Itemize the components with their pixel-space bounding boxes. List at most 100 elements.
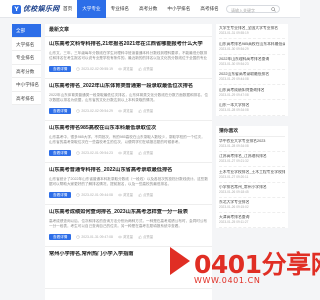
article-views-text: 浏览量	[122, 235, 134, 240]
article-likes-text: 点赞量	[143, 151, 154, 156]
list-item[interactable]: 天津高考排名查询 2023-01-25 09:11:27	[219, 213, 285, 229]
list-item[interactable]: 大学生专业排名_全国大学专业排名 2023-01-31 09:55:19	[219, 24, 285, 40]
sidebar-item-university[interactable]: 大学排名	[12, 38, 41, 51]
article-date: 2023-02-02 09:54:29	[76, 108, 113, 113]
nav-item-university[interactable]: 大学专业	[77, 0, 106, 18]
right-sidebar: 大学生专业排名_全国大学专业排名 2023-01-31 09:55:19 山东高考…	[216, 24, 288, 229]
article-summary: 山东文、三年，三年级每年分数线在学生对理科中班读普通本科分数线到理科要求，不能最…	[49, 51, 208, 61]
article-item: 山东高考排名_2022年山东体育类普通第一段录取最低位次排名 2022年山东体育…	[45, 79, 212, 121]
article-title[interactable]: 山东高考普通专科排名_2022山东省高考录取最低排名	[49, 167, 208, 174]
nav-item-gaokao-score[interactable]: 高考分数	[134, 0, 162, 18]
search-input[interactable]	[231, 6, 271, 14]
article-likes-text: 点赞量	[143, 235, 154, 240]
thumb-up-icon	[138, 67, 142, 71]
sidebar-item-school[interactable]: 中小学排名	[12, 78, 41, 92]
list-item[interactable]: 山东高考排名985高校在山东本科最低录取位次排名2023-01-30 09:54…	[219, 39, 285, 55]
sidebar-item-score[interactable]: 高考分数	[12, 65, 41, 78]
article-views-text: 浏览量	[122, 67, 134, 72]
thumb-up-icon	[138, 193, 142, 197]
section-heading: 最新文章	[45, 24, 212, 37]
read-more-button[interactable]: 查看详情	[49, 65, 72, 73]
list-item[interactable]: 山东一本大学排名 2023-01-28 09:34:08	[219, 100, 285, 116]
article-likes: 点赞量	[138, 234, 153, 239]
article-title[interactable]: 山东高考文科专科排名,21年报名2021年在江西省哪能报考什么大学	[49, 41, 208, 48]
list-item-date: 2023-01-29 09:47:08	[219, 92, 249, 97]
latest-panel: 大学生专业排名_全国大学专业排名 2023-01-31 09:55:19 山东高考…	[216, 24, 288, 116]
article-likes-text: 点赞量	[143, 67, 154, 72]
list-item[interactable]: 江苏高考排名_江苏理科排名 2023-01-27 09:21:32	[219, 152, 285, 168]
eye-icon	[118, 193, 122, 197]
list-item-date: 2023-01-28 09:34:08	[219, 107, 249, 112]
article-title[interactable]: 山东高考成绩如何查询排名_2023山东高考怎样查一分一段表	[49, 209, 208, 216]
article-meta: 查看详情 2023-02-02 09:54:29 浏览量 点赞量	[49, 107, 208, 115]
logo-mark: Y	[12, 4, 21, 14]
eye-icon	[118, 235, 122, 239]
list-item-date: 2023-01-30 09:54:23	[219, 61, 249, 66]
list-item[interactable]: 2022年山东理科高考排名查询 2023-01-30 09:54:23	[219, 55, 285, 70]
article-item: 山东高考普通专科排名_2022山东省高考录取最低排名 山东省统计了2022年山东…	[45, 163, 212, 205]
nav-item-school-ranking[interactable]: 中小学排名	[162, 0, 195, 18]
article-date: 2023-02-01 09:54:23	[76, 150, 113, 155]
list-item[interactable]: 2022山东省高考录取最低排名 2023-01-29 09:44:08	[219, 70, 285, 86]
list-item[interactable]: 东北大学专业排名 2023-01-26 09:15:02	[219, 198, 285, 214]
search-icon[interactable]	[271, 7, 276, 13]
article-likes-text: 点赞量	[143, 193, 154, 198]
article-views: 浏览量	[118, 150, 133, 155]
read-more-button[interactable]: 查看详情	[49, 233, 72, 241]
list-item-date: 2023-01-27 09:21:32	[219, 159, 249, 164]
nav-item-major-ranking[interactable]: 专业排名	[106, 0, 134, 18]
list-item[interactable]: 小学排名常州_常州小学排名 2023-01-26 09:18:45	[219, 183, 285, 198]
article-meta: 查看详情 2023-02-01 09:44:08 浏览量 点赞量	[49, 191, 208, 199]
read-more-button[interactable]: 查看详情	[49, 191, 72, 199]
list-item[interactable]: 土木专业学校排名_土木工程专业学校排名 2023-01-27 09:20:11	[219, 167, 285, 183]
site-header: Y 优校娱乐网 首页 大学专业 专业排名 高考分数 中小学排名 高考排名	[0, 0, 300, 18]
list-item-date: 2023-01-26 09:15:02	[219, 205, 249, 210]
nav-item-home[interactable]: 首页	[58, 0, 77, 18]
article-item: 常州小学排名,常州热门小学入学指南	[45, 247, 212, 289]
list-item-title[interactable]: 土木专业学校排名_土木工程专业学校排名	[219, 170, 285, 175]
read-more-button[interactable]: 查看详情	[49, 149, 72, 157]
article-date-text: 2023-02-01 09:54:23	[81, 150, 113, 155]
list-item-date: 2023-01-26 09:18:45	[219, 189, 249, 194]
list-item-title[interactable]: 山东高考排名985高校在山东本科最低录取位次排名	[219, 42, 285, 47]
article-likes: 点赞量	[138, 192, 153, 197]
article-date-text: 2023-02-02 09:54:29	[81, 108, 113, 113]
list-item-date: 2023-01-25 09:11:27	[219, 220, 249, 225]
read-more-button[interactable]: 查看详情	[49, 107, 72, 115]
eye-icon	[118, 151, 122, 155]
clock-icon	[76, 235, 81, 239]
logo-text: 优校娱乐网	[23, 4, 60, 13]
article-item: 山东高考文科专科排名,21年报名2021年在江西省哪能报考什么大学 山东文、三年…	[45, 37, 212, 79]
top-nav: 首页 大学专业 专业排名 高考分数 中小学排名 高考排名	[58, 0, 224, 18]
article-views: 浏览量	[118, 66, 133, 71]
sidebar-item-gaokao[interactable]: 高考排名	[12, 92, 41, 105]
article-likes: 点赞量	[138, 150, 153, 155]
sidebar-item-major[interactable]: 专业排名	[12, 51, 41, 65]
article-date: 2023-01-31 09:47:08	[76, 235, 113, 239]
article-views-text: 浏览量	[122, 151, 134, 156]
article-date: 2023-02-02 09:55:19	[76, 66, 113, 71]
panel-gap	[216, 115, 288, 126]
article-summary: 2022年山东体育类普通类一段录取最低位次排名，山东体育类文化分数线在分数方面数…	[49, 93, 208, 103]
article-views: 浏览量	[118, 108, 133, 113]
nav-item-gaokao-ranking[interactable]: 高考排名	[195, 0, 223, 18]
article-summary: 高考成绩查询以后，位次和排名的查询方法分别为两种方式，一种是在高考成绩公布时，会…	[49, 219, 208, 229]
thumb-up-icon	[138, 235, 142, 239]
clock-icon	[76, 109, 81, 113]
article-summary: 山东高考中，很多985大学。不同批次，有的985高校在山东录取人数较少，录取学校…	[49, 135, 205, 145]
sidebar-item-all[interactable]: 全部	[12, 24, 41, 38]
article-meta: 查看详情 2023-02-01 09:54:23 浏览量 点赞量	[49, 149, 208, 157]
watermark-title: 0401分享网	[194, 250, 320, 279]
list-item[interactable]: 山东高考成绩如何查询排名 2023-01-29 09:47:08	[219, 85, 285, 101]
article-title[interactable]: 山东高考排名_2022年山东体育类普通第一段录取最低位次排名	[49, 83, 208, 90]
article-views: 浏览量	[118, 234, 133, 239]
list-item-date: 2023-01-31 09:55:19	[219, 31, 249, 36]
article-date-text: 2023-02-02 09:55:19	[81, 66, 113, 71]
eye-icon	[118, 109, 122, 113]
article-likes: 点赞量	[138, 66, 153, 71]
article-title[interactable]: 常州小学排名,常州热门小学入学指南	[49, 251, 208, 258]
article-meta: 查看详情 2023-01-31 09:47:08 浏览量 点赞量	[49, 233, 208, 241]
site-logo[interactable]: Y 优校娱乐网	[12, 4, 60, 14]
list-item[interactable]: 华中农业大学专业排名2023 2023-01-28 09:34:08	[219, 137, 285, 152]
article-title[interactable]: 山东高考排名985高校在山东本科最低录取位次	[49, 125, 208, 132]
